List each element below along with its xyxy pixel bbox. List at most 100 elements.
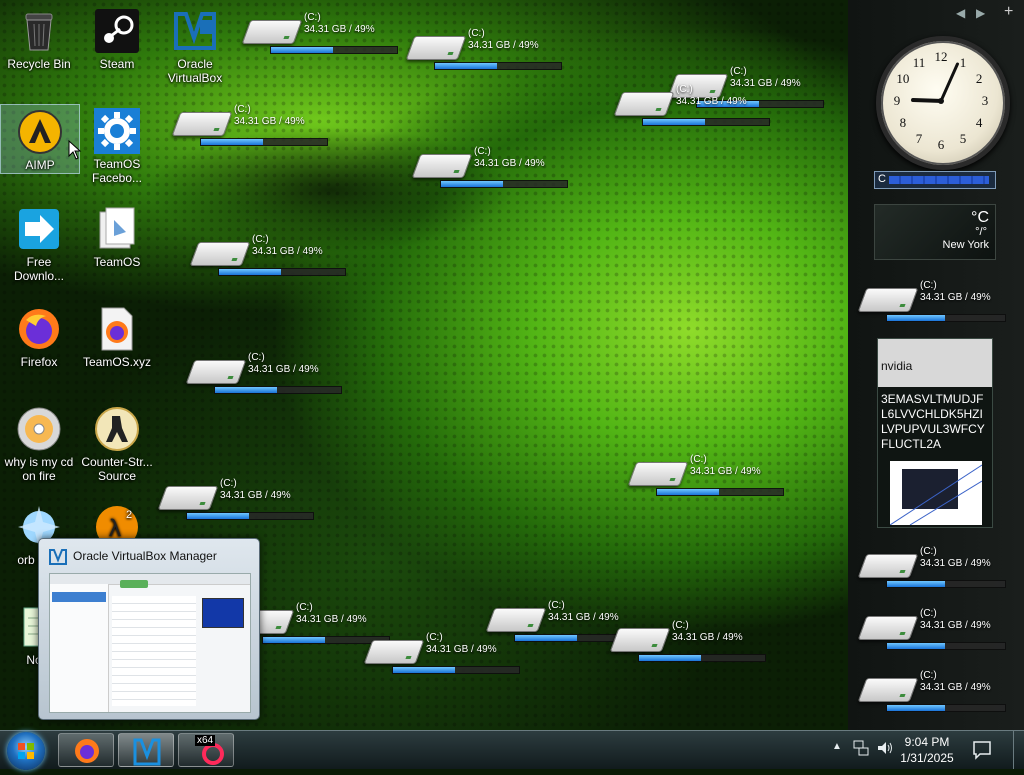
virtualbox-icon <box>49 549 67 565</box>
drive-name: (C:) <box>468 28 485 39</box>
drive-meter[interactable]: (C:) 34.31 GB / 49% <box>233 602 390 646</box>
clock-minute-hand <box>939 62 960 102</box>
start-button[interactable] <box>7 732 45 770</box>
drive-meter[interactable]: (C:) 34.31 GB / 49% <box>157 478 314 522</box>
drive-usage: 34.31 GB / 49% <box>920 292 991 303</box>
virtualbox-icon <box>172 8 218 54</box>
drive-usage: 34.31 GB / 49% <box>474 158 545 169</box>
drive-usage-bar <box>886 642 1006 650</box>
sidebar-prev-button[interactable]: ◀ <box>956 6 965 20</box>
cpu-meter-gadget[interactable]: C <box>874 171 996 189</box>
weather-unit: °C <box>971 209 989 226</box>
taskbar-app-x64-button[interactable]: x64 <box>178 733 234 767</box>
drive-meter[interactable]: (C:) 34.31 GB / 49% <box>171 104 328 148</box>
folder-document-icon <box>94 206 140 252</box>
sidebar-add-gadget-button[interactable]: + <box>1004 3 1013 21</box>
desktop-icon-label: TeamOS <box>93 255 141 269</box>
drive-usage-fill <box>201 139 263 145</box>
desktop-icon-virtualbox[interactable]: Oracle VirtualBox <box>156 4 234 85</box>
drive-meter[interactable]: (C:) 34.31 GB / 49% <box>613 84 770 128</box>
desktop-icon-free-download-manager[interactable]: Free Downlo... <box>0 202 78 283</box>
notes-text[interactable]: 3EMASVLTMUDJFL6LVVCHLDK5HZILVPUPVUL3WFCY… <box>878 387 992 457</box>
network-icon[interactable] <box>852 739 870 757</box>
drive-name: (C:) <box>252 234 269 245</box>
desktop-icon-teamos-facebook[interactable]: TeamOS Facebo... <box>78 104 156 185</box>
drive-meter[interactable]: (C:) 34.31 GB / 49% <box>363 632 520 676</box>
notes-gadget[interactable]: nvidia 3EMASVLTMUDJFL6LVVCHLDK5HZILVPUPV… <box>877 338 993 528</box>
drive-name: (C:) <box>248 352 265 363</box>
hard-drive-icon <box>857 616 919 640</box>
desktop-icon-aimp[interactable]: AIMP <box>0 104 80 174</box>
drive-meter[interactable]: (C:) 34.31 GB / 49% <box>241 12 398 56</box>
hard-drive-icon <box>157 486 219 510</box>
x64-tag: x64 <box>195 735 216 746</box>
taskbar-virtualbox-button[interactable] <box>118 733 174 767</box>
taskbar-clock[interactable]: 9:04 PM 1/31/2025 <box>880 734 974 766</box>
drive-usage-fill <box>887 705 945 711</box>
desktop-icon-steam[interactable]: Steam <box>78 4 156 71</box>
desktop-icon-recycle-bin[interactable]: Recycle Bin <box>0 4 78 71</box>
drive-usage: 34.31 GB / 49% <box>468 40 539 51</box>
desktop-icon-teamos[interactable]: TeamOS <box>78 202 156 269</box>
drive-name: (C:) <box>676 84 693 95</box>
thumb-details <box>112 596 196 706</box>
drive-meter[interactable]: (C:) 34.31 GB / 49% <box>609 620 766 664</box>
drive-usage: 34.31 GB / 49% <box>252 246 323 257</box>
desktop-icon-firefox[interactable]: Firefox <box>0 302 78 369</box>
aimp-icon <box>17 109 63 155</box>
firefox-icon <box>75 739 99 763</box>
drive-usage-bar <box>218 268 346 276</box>
action-center-icon[interactable] <box>972 740 992 760</box>
drive-name: (C:) <box>730 66 747 77</box>
clock-gadget[interactable]: 1 2 3 4 5 6 7 8 9 10 11 12 <box>876 36 1010 170</box>
desktop-icon-cd[interactable]: why is my cd on fire <box>0 402 78 483</box>
sidebar-drive-meter[interactable]: (C:) 34.31 GB / 49% <box>857 608 1012 652</box>
burning-cd-icon <box>16 406 62 452</box>
preview-window-thumbnail[interactable] <box>49 573 251 713</box>
taskbar-firefox-button[interactable] <box>58 733 114 767</box>
thumb-toolbar <box>120 580 148 588</box>
drive-usage-fill <box>441 181 503 187</box>
hard-drive-icon <box>241 20 303 44</box>
clock-hour-hand <box>910 97 942 103</box>
weather-city: New York <box>942 239 989 251</box>
drive-usage-bar <box>638 654 766 662</box>
drive-meter[interactable]: (C:) 34.31 GB / 49% <box>185 352 342 396</box>
sidebar-next-button[interactable]: ▶ <box>976 6 985 20</box>
sidebar-drive-meter[interactable]: (C:) 34.31 GB / 49% <box>857 670 1012 714</box>
steam-icon <box>94 8 140 54</box>
weather-temperature: °/° <box>975 226 987 238</box>
desktop-icon-counter-strike[interactable]: Counter-Str... Source <box>78 402 156 483</box>
drive-usage: 34.31 GB / 49% <box>220 490 291 501</box>
taskbar-thumbnail-preview[interactable]: Oracle VirtualBox Manager <box>38 538 260 720</box>
slideshow-thumbnail[interactable] <box>890 461 982 525</box>
taskbar-date: 1/31/2025 <box>900 751 954 765</box>
hard-drive-icon <box>363 640 425 664</box>
drive-meter[interactable]: (C:) 34.31 GB / 49% <box>411 146 568 190</box>
drive-usage: 34.31 GB / 49% <box>426 644 497 655</box>
slideshow-image <box>890 461 982 525</box>
drive-usage-fill <box>219 269 281 275</box>
drive-meter[interactable]: (C:) 34.31 GB / 49% <box>627 454 784 498</box>
weather-gadget[interactable]: °C °/° New York <box>874 204 996 260</box>
drive-meter[interactable]: (C:) 34.31 GB / 49% <box>405 28 562 72</box>
preview-title: Oracle VirtualBox Manager <box>73 549 217 563</box>
clock-number: 7 <box>915 131 923 147</box>
drive-meter[interactable]: (C:) 34.31 GB / 49% <box>189 234 346 278</box>
drive-usage-fill <box>187 513 249 519</box>
show-desktop-button[interactable] <box>1013 731 1024 769</box>
clock-number: 2 <box>975 71 983 86</box>
drive-usage-fill <box>215 387 277 393</box>
drive-name: (C:) <box>474 146 491 157</box>
sidebar-drive-meter[interactable]: (C:) 34.31 GB / 49% <box>857 546 1012 590</box>
mouse-cursor-icon <box>68 140 82 160</box>
drive-usage-bar <box>434 62 562 70</box>
show-hidden-icons-button[interactable]: ▲ <box>832 741 842 752</box>
sidebar-drive-meter[interactable]: (C:) 34.31 GB / 49% <box>857 280 1012 324</box>
drive-name: (C:) <box>220 478 237 489</box>
drive-usage: 34.31 GB / 49% <box>548 612 619 623</box>
clock-number: 10 <box>896 71 910 86</box>
drive-usage-fill <box>887 581 945 587</box>
clock-number: 3 <box>981 93 989 108</box>
desktop-icon-teamos-xyz[interactable]: TeamOS.xyz <box>78 302 156 369</box>
